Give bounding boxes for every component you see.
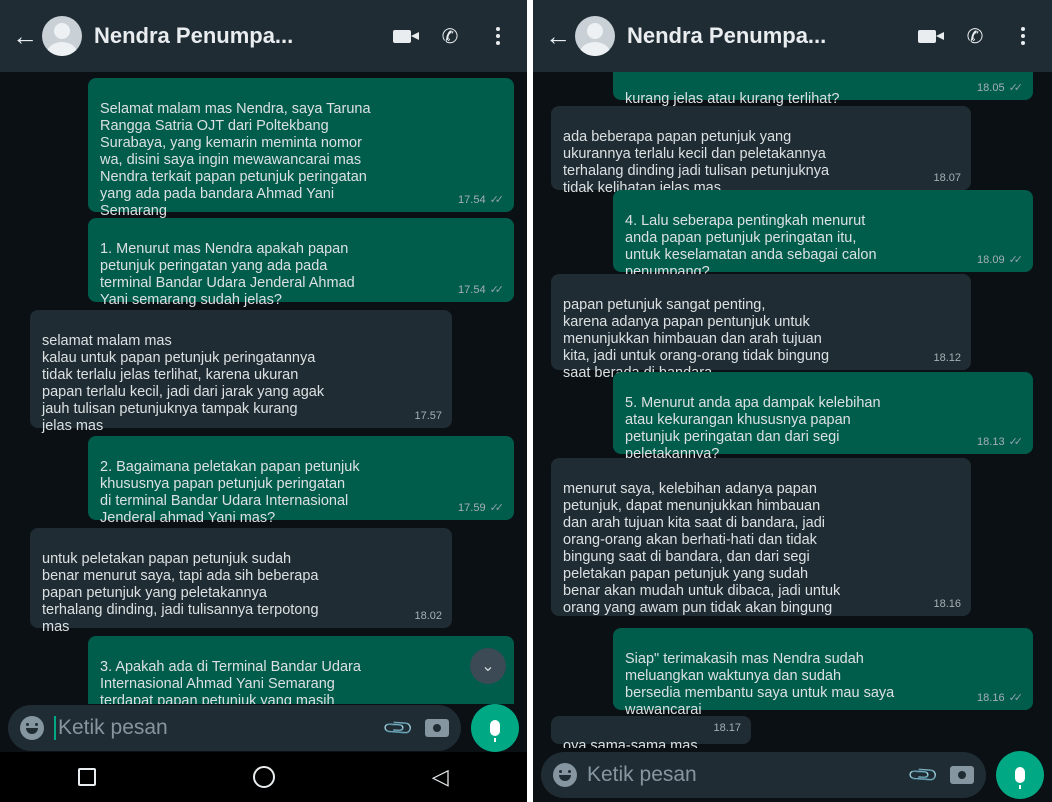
message-input-field[interactable]: Ketik pesan 📎 (8, 705, 461, 751)
message-input-placeholder[interactable]: Ketik pesan (587, 763, 897, 787)
read-receipt-icon: ✓✓ (1008, 254, 1024, 266)
message-time: 17.54 (458, 284, 486, 296)
read-receipt-icon: ✓✓ (489, 502, 505, 514)
message-time: 18.09 (977, 254, 1005, 266)
message-text: 1. Menurut mas Nendra apakah papan petun… (100, 241, 355, 308)
message-bubble-incoming[interactable]: oya sama-sama mas 18.17 (551, 716, 751, 748)
video-call-icon[interactable] (385, 19, 419, 53)
voice-message-button[interactable] (471, 704, 519, 752)
back-arrow-icon[interactable]: ← (545, 21, 571, 52)
microphone-icon (490, 720, 500, 742)
chat-header: ← Nendra Penumpa... ✆ (0, 0, 527, 72)
message-list[interactable]: Selamat malam mas Nendra, saya Taruna Ra… (0, 72, 527, 704)
message-text: selamat malam mas kalau untuk papan petu… (42, 333, 325, 434)
message-input-bar: Ketik pesan 📎 (0, 704, 527, 752)
message-text: Selamat malam mas Nendra, saya Taruna Ra… (100, 101, 371, 219)
home-button[interactable] (253, 766, 276, 788)
message-bubble-incoming[interactable]: ada beberapa papan petunjuk yang ukurann… (551, 106, 971, 196)
camera-icon[interactable] (425, 719, 449, 737)
message-text: ada beberapa papan petunjuk yang ukurann… (563, 129, 830, 196)
microphone-icon (1015, 767, 1025, 789)
more-options-icon[interactable] (1006, 19, 1040, 53)
contact-avatar[interactable] (42, 16, 82, 56)
message-bubble-outgoing[interactable]: 5. Menurut anda apa dampak kelebihan ata… (613, 372, 1033, 462)
voice-call-icon[interactable]: ✆ (958, 19, 992, 53)
message-text: 5. Menurut anda apa dampak kelebihan ata… (625, 395, 881, 462)
message-input-bar: Ketik pesan 📎 (533, 748, 1052, 802)
message-time: 18.12 (933, 352, 961, 364)
message-bubble-incoming[interactable]: untuk peletakan papan petunjuk sudah ben… (30, 528, 452, 635)
message-time: 18.16 (933, 598, 961, 610)
message-bubble-outgoing[interactable]: 4. Lalu seberapa pentingkah menurut anda… (613, 190, 1033, 280)
message-time: 18.16 (977, 692, 1005, 704)
message-bubble-outgoing[interactable]: kurang jelas atau kurang terlihat? 18.05… (613, 72, 1033, 107)
message-time: 18.02 (414, 610, 442, 622)
message-text: Siap" terimakasih mas Nendra sudah melua… (625, 651, 895, 718)
attach-icon[interactable]: 📎 (381, 710, 416, 745)
message-time: 17.57 (414, 410, 442, 422)
text-cursor (54, 716, 56, 740)
contact-name[interactable]: Nendra Penumpa... (94, 23, 371, 49)
system-navigation-bar: ◁ (0, 752, 527, 802)
attach-icon[interactable]: 📎 (906, 757, 941, 792)
emoji-icon[interactable] (553, 763, 577, 787)
chevron-down-icon: ⌄ (481, 658, 495, 675)
read-receipt-icon: ✓✓ (489, 284, 505, 296)
message-bubble-outgoing[interactable]: 2. Bagaimana peletakan papan petunjuk kh… (88, 436, 514, 526)
contact-avatar[interactable] (575, 16, 615, 56)
message-list[interactable]: kurang jelas atau kurang terlihat? 18.05… (533, 72, 1052, 748)
video-call-icon[interactable] (910, 19, 944, 53)
chat-header: ← Nendra Penumpa... ✆ (533, 0, 1052, 72)
message-bubble-outgoing[interactable]: 1. Menurut mas Nendra apakah papan petun… (88, 218, 514, 308)
back-arrow-icon[interactable]: ← (12, 21, 38, 52)
message-bubble-incoming[interactable]: selamat malam mas kalau untuk papan petu… (30, 310, 452, 434)
read-receipt-icon: ✓✓ (1008, 436, 1024, 448)
message-bubble-outgoing[interactable]: Siap" terimakasih mas Nendra sudah melua… (613, 628, 1033, 718)
message-bubble-incoming[interactable]: papan petunjuk sangat penting, karena ad… (551, 274, 971, 381)
emoji-icon[interactable] (20, 716, 44, 740)
contact-name[interactable]: Nendra Penumpa... (627, 23, 896, 49)
message-text: untuk peletakan papan petunjuk sudah ben… (42, 551, 319, 635)
message-text: menurut saya, kelebihan adanya papan pet… (563, 481, 841, 616)
message-text: 2. Bagaimana peletakan papan petunjuk kh… (100, 459, 360, 526)
message-time: 18.17 (713, 722, 741, 734)
message-text: kurang jelas atau kurang terlihat? (625, 91, 840, 107)
recents-button[interactable] (78, 768, 97, 786)
chat-screen-left: ← Nendra Penumpa... ✆ Selamat malam mas … (0, 0, 527, 802)
message-bubble-outgoing[interactable]: Selamat malam mas Nendra, saya Taruna Ra… (88, 78, 514, 219)
message-bubble-incoming[interactable]: menurut saya, kelebihan adanya papan pet… (551, 458, 971, 616)
message-time: 17.54 (458, 194, 486, 206)
more-options-icon[interactable] (481, 19, 515, 53)
nav-back-button[interactable]: ◁ (432, 764, 449, 790)
message-time: 17.59 (458, 502, 486, 514)
message-bubble-outgoing[interactable]: 3. Apakah ada di Terminal Bandar Udara I… (88, 636, 514, 704)
voice-message-button[interactable] (996, 751, 1044, 799)
message-text: papan petunjuk sangat penting, karena ad… (563, 297, 830, 381)
message-input-field[interactable]: Ketik pesan 📎 (541, 752, 986, 798)
chat-screen-right: ← Nendra Penumpa... ✆ kurang jelas atau … (533, 0, 1052, 802)
message-text: oya sama-sama mas (563, 738, 698, 748)
message-time: 18.13 (977, 436, 1005, 448)
scroll-to-bottom-button[interactable]: ⌄ (470, 648, 506, 684)
message-text: 3. Apakah ada di Terminal Bandar Udara I… (100, 659, 361, 704)
message-time: 18.05 (977, 82, 1005, 94)
message-input-placeholder[interactable]: Ketik pesan (58, 716, 372, 740)
message-text: 4. Lalu seberapa pentingkah menurut anda… (625, 213, 877, 280)
read-receipt-icon: ✓✓ (1008, 692, 1024, 704)
message-time: 18.07 (933, 172, 961, 184)
voice-call-icon[interactable]: ✆ (433, 19, 467, 53)
read-receipt-icon: ✓✓ (1008, 82, 1024, 94)
read-receipt-icon: ✓✓ (489, 194, 505, 206)
camera-icon[interactable] (950, 766, 974, 784)
